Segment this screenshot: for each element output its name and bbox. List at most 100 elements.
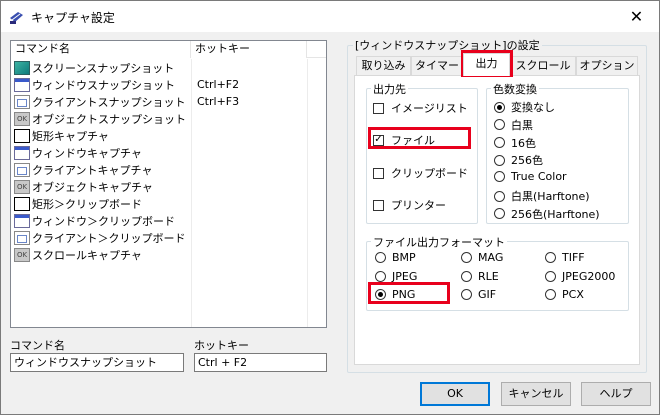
command-name: 矩形キャプチャ [32,129,109,143]
close-button[interactable]: ✕ [614,1,659,32]
radio-button[interactable] [545,289,556,300]
help-button[interactable]: ヘルプ [581,382,651,406]
list-row[interactable]: ウィンドウキャプチャ [11,144,326,161]
list-row[interactable]: ウィンドウ＞クリップボード [11,212,326,229]
color-conv-option[interactable]: 変換なし [494,99,555,115]
file-format-option[interactable]: JPEG [375,270,417,283]
radio-button[interactable] [494,137,505,149]
file-format-option[interactable]: GIF [461,288,496,301]
radio-button[interactable] [461,270,472,282]
cancel-button[interactable]: キャンセル [501,382,571,406]
client-capture-icon [14,230,30,245]
file-format-option[interactable]: TIFF [545,251,585,264]
output-dest-option[interactable]: イメージリスト [373,100,468,116]
option-label: True Color [511,170,567,184]
list-rows: スクリーンスナップショット ウィンドウスナップショット Ctrl+F2 クライアントス… [11,59,326,263]
command-cell: 矩形＞クリップボード [11,195,191,212]
rect-capture-icon [14,196,30,211]
option-label: 白黒 [511,118,533,132]
radio-button[interactable] [494,119,505,131]
color-conv-option[interactable]: 白黒 [494,117,533,133]
checkbox[interactable] [373,102,384,114]
checkbox[interactable] [373,199,384,211]
output-dest-option[interactable]: プリンター [373,197,446,213]
hotkey-field[interactable]: Ctrl + F2 [194,353,327,372]
list-header: コマンド名 ホットキー [11,41,326,58]
file-format-option[interactable]: BMP [375,251,416,264]
radio-button[interactable] [494,171,505,183]
checkbox[interactable] [373,167,384,179]
command-cell: OK オブジェクトスナップショット [11,110,191,127]
file-format-option[interactable]: MAG [461,251,503,264]
color-conv-option[interactable]: 白黒(Harftone) [494,188,590,204]
highlight-png-option [368,282,450,304]
command-name: クライアントスナップショット [32,95,186,109]
list-row[interactable]: OK オブジェクトキャプチャ [11,178,326,195]
option-label: BMP [392,251,416,264]
highlight-file-option [368,127,471,149]
radio-button[interactable] [494,154,505,166]
radio-button[interactable] [375,270,386,282]
color-conv-option[interactable]: 256色(Harftone) [494,206,600,222]
ok-button[interactable]: OK [420,382,490,406]
command-name-field[interactable]: ウィンドウスナップショット [10,353,184,372]
option-label: TIFF [562,251,585,264]
list-row[interactable]: クライアントキャプチャ [11,161,326,178]
column-header-command[interactable]: コマンド名 [11,41,191,58]
settings-group-title: [ウィンドウスナップショット]の設定 [353,37,542,53]
screen-capture-icon [14,60,30,75]
color-conv-option[interactable]: True Color [494,170,567,183]
command-list[interactable]: コマンド名 ホットキー スクリーンスナップショット ウィンドウスナップショット Ct… [10,40,327,328]
list-row[interactable]: ウィンドウスナップショット Ctrl+F2 [11,76,326,93]
option-label: GIF [478,288,497,301]
obj-capture-icon: OK [14,247,30,262]
tab-options[interactable]: オプション [576,56,638,75]
radio-button[interactable] [375,252,386,263]
column-header-hotkey[interactable]: ホットキー [191,41,307,58]
title-bar: キャプチャ設定 ✕ [1,1,659,32]
tab-output[interactable]: 出力 [463,53,510,76]
color-conv-option[interactable]: 256色 [494,152,543,168]
option-label: MAG [478,251,504,264]
obj-capture-icon: OK [14,111,30,126]
color-conv-title: 色数変換 [491,81,539,97]
file-format-option[interactable]: RLE [461,270,499,283]
command-name: ウィンドウキャプチャ [32,146,142,160]
color-conv-option[interactable]: 16色 [494,135,536,151]
window-title: キャプチャ設定 [31,11,115,25]
list-row[interactable]: クライアント＞クリップボード [11,229,326,246]
command-cell: 矩形キャプチャ [11,127,191,144]
output-dest-title: 出力先 [371,81,408,97]
file-format-option[interactable]: JPEG2000 [545,270,615,283]
radio-button[interactable] [545,270,556,282]
client-capture-icon [14,94,30,109]
list-row[interactable]: クライアントスナップショット Ctrl+F3 [11,93,326,110]
file-format-option[interactable]: PCX [545,288,584,301]
list-row[interactable]: OK オブジェクトスナップショット [11,110,326,127]
command-name: オブジェクトキャプチャ [32,180,153,194]
option-label: イメージリスト [391,102,468,115]
command-name-label: コマンド名 [10,339,65,352]
output-dest-option[interactable]: クリップボード [373,165,468,181]
tab-scroll[interactable]: スクロール [510,56,576,75]
command-name: スクロールキャプチャ [32,248,142,262]
list-row[interactable]: スクリーンスナップショット [11,59,326,76]
command-name: オブジェクトスナップショット [32,112,186,126]
radio-button[interactable] [494,101,505,113]
option-label: クリップボード [391,167,468,180]
radio-button[interactable] [545,252,556,263]
tab-timer[interactable]: タイマー [411,56,463,75]
list-row[interactable]: 矩形＞クリップボード [11,195,326,212]
option-label: 256色(Harftone) [511,207,600,221]
tab-import[interactable]: 取り込み [356,56,411,75]
radio-button[interactable] [494,190,505,202]
command-cell: スクリーンスナップショット [11,59,191,76]
option-label: JPEG2000 [562,269,616,283]
list-row[interactable]: OK スクロールキャプチャ [11,246,326,263]
radio-button[interactable] [461,289,472,300]
command-cell: クライアント＞クリップボード [11,229,191,246]
radio-button[interactable] [494,208,505,220]
command-cell: OK オブジェクトキャプチャ [11,178,191,195]
radio-button[interactable] [461,252,472,263]
list-row[interactable]: 矩形キャプチャ [11,127,326,144]
